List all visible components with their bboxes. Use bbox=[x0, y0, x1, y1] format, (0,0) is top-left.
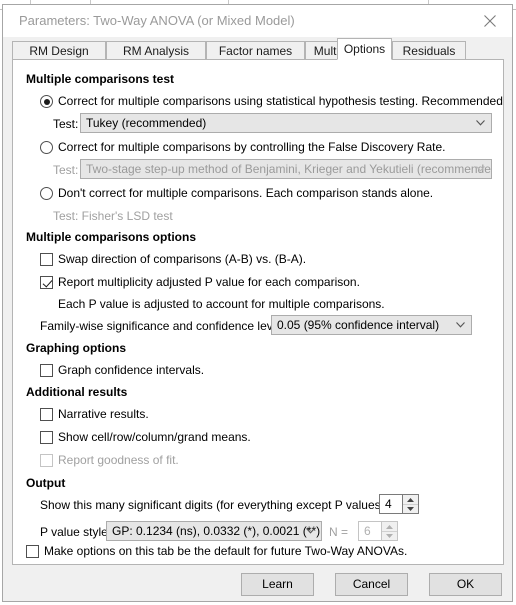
options-panel: Multiple comparisons test Correct for mu… bbox=[12, 59, 504, 565]
combo-fdr-test[interactable]: Two-stage step-up method of Benjamini, K… bbox=[80, 159, 492, 179]
radio-label-no-correction: Don't correct for multiple comparisons. … bbox=[58, 186, 434, 200]
radio-label-hypothesis-testing: Correct for multiple comparisons using s… bbox=[58, 94, 504, 108]
combo-hypothesis-test-value: Tukey (recommended) bbox=[86, 116, 207, 130]
section-header-output: Output bbox=[26, 476, 66, 490]
checkbox-show-means[interactable] bbox=[40, 431, 53, 444]
label-test-fdr: Test: bbox=[53, 163, 79, 177]
spinner-down-icon[interactable] bbox=[403, 504, 418, 513]
window-title: Parameters: Two-Way ANOVA (or Mixed Mode… bbox=[19, 13, 295, 28]
checkbox-label-swap-direction: Swap direction of comparisons (A-B) vs. … bbox=[58, 252, 307, 266]
title-bar: Parameters: Two-Way ANOVA (or Mixed Mode… bbox=[3, 5, 512, 37]
tab-residuals[interactable]: Residuals bbox=[392, 41, 466, 60]
section-header-graphing-options: Graphing options bbox=[26, 341, 126, 355]
checkbox-swap-direction[interactable] bbox=[40, 253, 53, 266]
parameters-dialog: Parameters: Two-Way ANOVA (or Mixed Mode… bbox=[2, 4, 513, 602]
checkbox-graph-confidence-intervals[interactable] bbox=[40, 364, 53, 377]
spinner-n-value: 6 bbox=[358, 521, 398, 541]
checkbox-label-report-multiplicity: Report multiplicity adjusted P value for… bbox=[58, 275, 360, 289]
label-family-wise-significance: Family-wise significance and confidence … bbox=[40, 319, 286, 333]
chevron-down-icon bbox=[456, 322, 465, 328]
spinner-significant-digits[interactable]: 4 bbox=[379, 494, 419, 514]
chevron-down-icon bbox=[476, 166, 485, 172]
checkbox-label-make-default: Make options on this tab be the default … bbox=[44, 544, 408, 558]
chevron-down-icon bbox=[476, 120, 485, 126]
radio-false-discovery-rate[interactable] bbox=[40, 141, 53, 154]
combo-family-wise-level-value: 0.05 (95% confidence interval) bbox=[277, 318, 440, 332]
label-significant-digits: Show this many significant digits (for e… bbox=[40, 498, 388, 512]
checkbox-label-graph-confidence-intervals: Graph confidence intervals. bbox=[58, 363, 205, 377]
checkbox-label-goodness-of-fit: Report goodness of fit. bbox=[58, 453, 179, 467]
checkbox-report-multiplicity[interactable] bbox=[40, 276, 53, 289]
tab-factor-names[interactable]: Factor names bbox=[206, 41, 305, 60]
cancel-button[interactable]: Cancel bbox=[335, 573, 408, 596]
section-header-additional-results: Additional results bbox=[26, 385, 128, 399]
close-icon[interactable] bbox=[468, 5, 512, 35]
checkbox-make-default[interactable] bbox=[26, 545, 39, 558]
ok-button[interactable]: OK bbox=[429, 573, 502, 596]
checkbox-label-show-means: Show cell/row/column/grand means. bbox=[58, 430, 251, 444]
tab-rm-design[interactable]: RM Design bbox=[12, 41, 106, 60]
radio-label-false-discovery-rate: Correct for multiple comparisons by cont… bbox=[58, 140, 446, 154]
label-p-value-style: P value style: bbox=[40, 525, 112, 539]
checkbox-label-narrative-results: Narrative results. bbox=[58, 407, 149, 421]
spinner-n-value-value: 6 bbox=[364, 524, 371, 538]
combo-family-wise-level[interactable]: 0.05 (95% confidence interval) bbox=[271, 315, 472, 335]
tab-strip: RM Design RM Analysis Factor names Multi… bbox=[3, 37, 512, 60]
spinner-buttons-significant-digits[interactable] bbox=[402, 494, 419, 514]
radio-hypothesis-testing[interactable] bbox=[40, 95, 53, 108]
sublabel-p-value-adjustment: Each P value is adjusted to account for … bbox=[58, 297, 385, 311]
combo-hypothesis-test[interactable]: Tukey (recommended) bbox=[80, 113, 492, 133]
spinner-buttons-n-value bbox=[381, 521, 398, 541]
tab-rm-analysis[interactable]: RM Analysis bbox=[106, 41, 206, 60]
checkbox-goodness-of-fit bbox=[40, 454, 53, 467]
checkbox-narrative-results[interactable] bbox=[40, 408, 53, 421]
learn-button[interactable]: Learn bbox=[241, 573, 314, 596]
spinner-significant-digits-value: 4 bbox=[385, 497, 392, 511]
section-header-multiple-comparisons-options: Multiple comparisons options bbox=[26, 230, 197, 244]
combo-p-value-style[interactable]: GP: 0.1234 (ns), 0.0332 (*), 0.0021 (**)… bbox=[106, 521, 322, 541]
label-test-hypothesis: Test: bbox=[53, 117, 79, 131]
tab-options[interactable]: Options bbox=[337, 38, 392, 60]
label-n-field: N = bbox=[329, 525, 349, 539]
combo-fdr-test-value: Two-stage step-up method of Benjamini, K… bbox=[86, 162, 492, 176]
radio-no-correction[interactable] bbox=[40, 187, 53, 200]
label-test-fishers-lsd: Test: Fisher's LSD test bbox=[53, 209, 173, 223]
section-header-multiple-comparisons-test: Multiple comparisons test bbox=[26, 72, 175, 86]
chevron-down-icon bbox=[306, 528, 315, 534]
spinner-down-icon bbox=[382, 531, 397, 540]
combo-p-value-style-value: GP: 0.1234 (ns), 0.0332 (*), 0.0021 (**)… bbox=[112, 524, 322, 538]
